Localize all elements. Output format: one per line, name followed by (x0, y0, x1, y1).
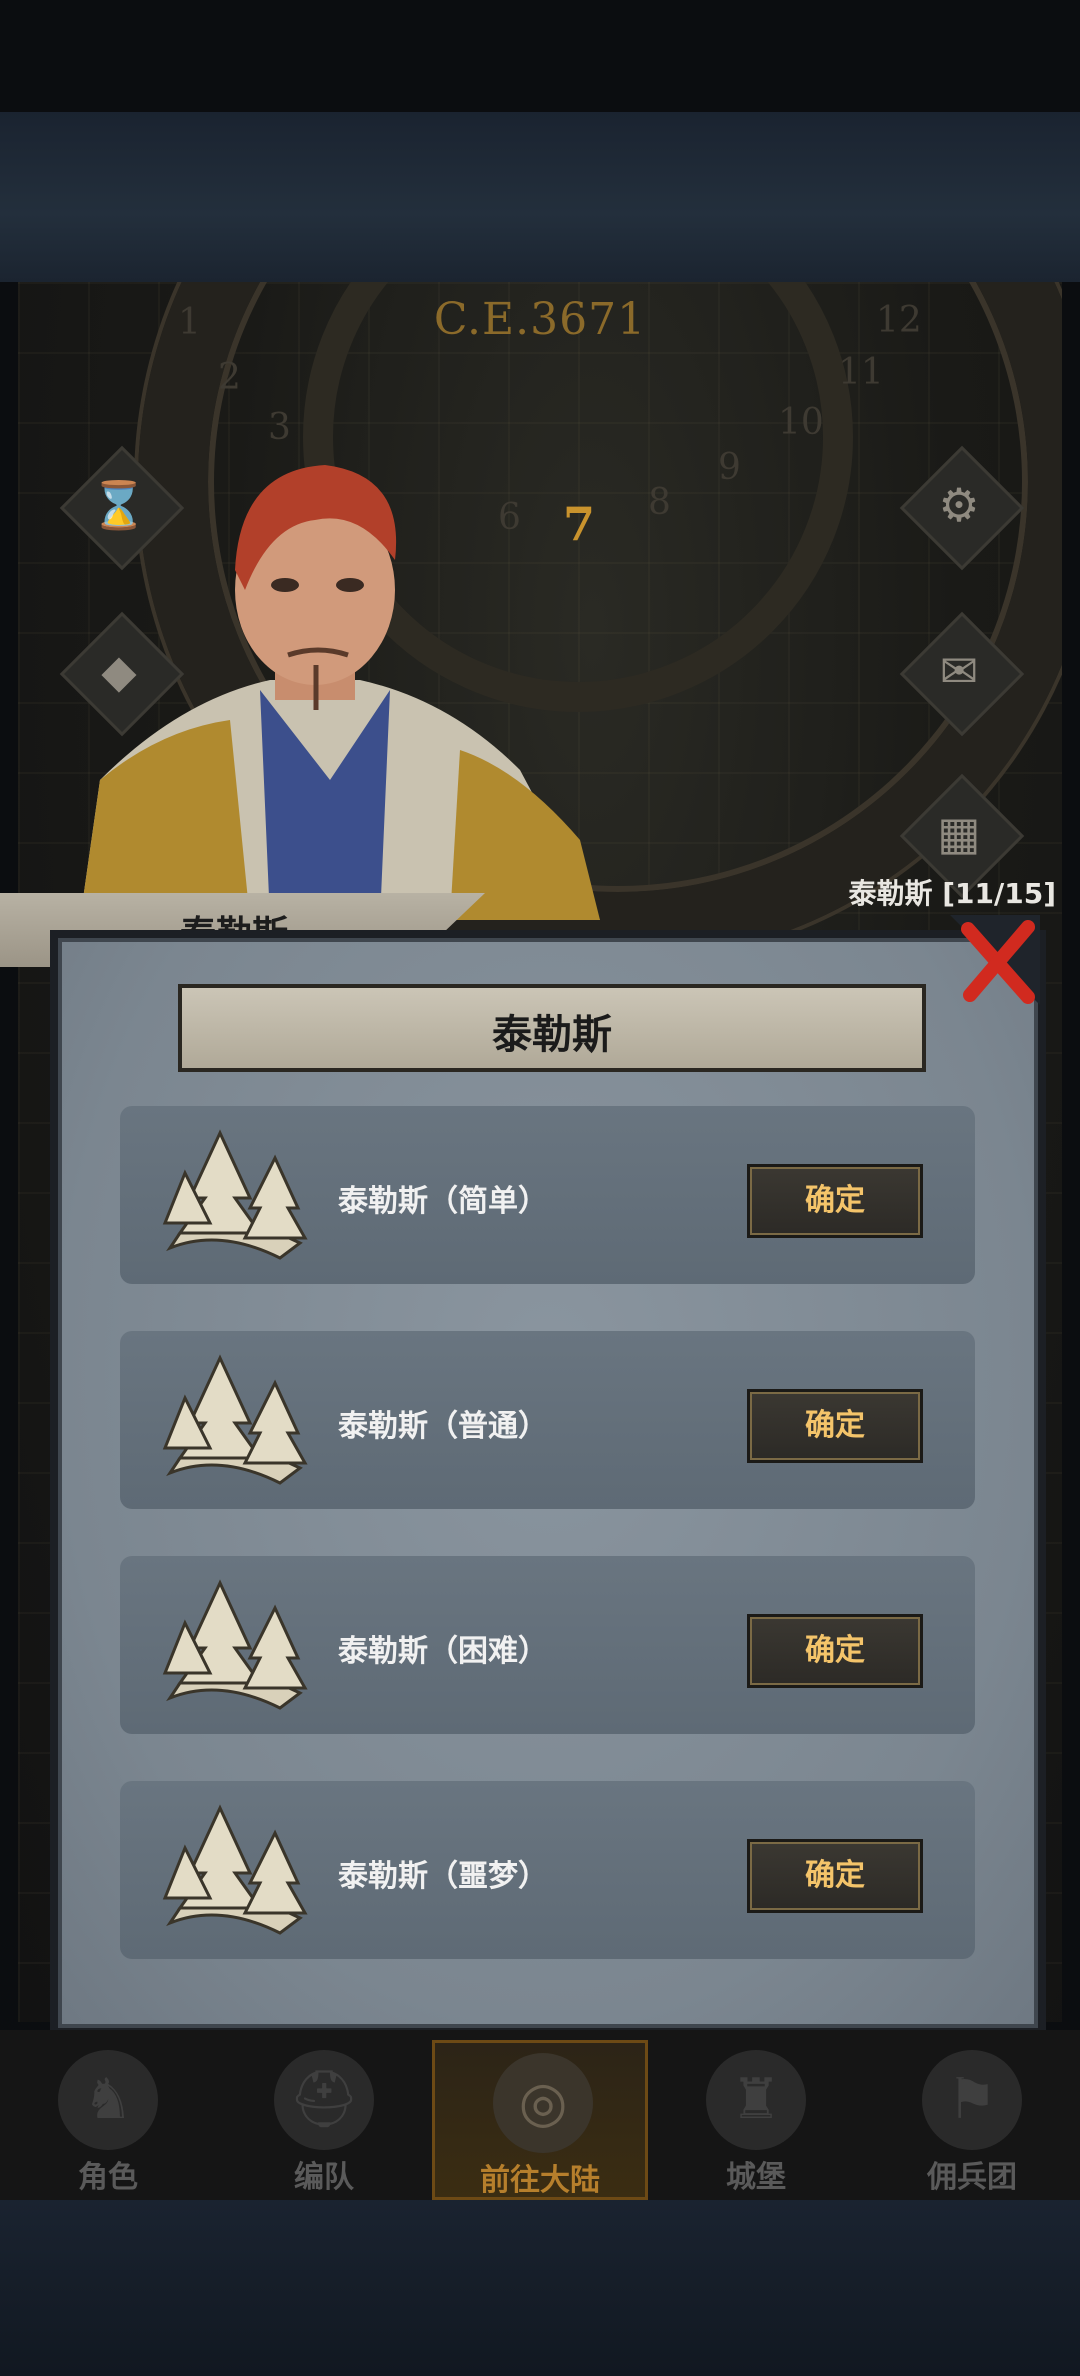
difficulty-panel: 泰勒斯 泰勒斯（简单） 确定 泰勒斯（普通） 确定 泰勒斯（困难） 确定 泰勒斯… (50, 930, 1046, 2036)
nav-label: 佣兵团 (927, 2160, 1017, 2195)
hero-portrait (80, 465, 600, 920)
helmet-icon: ⛑ (274, 2050, 374, 2150)
difficulty-label: 泰勒斯（困难） (338, 1634, 548, 1669)
nav-label: 前往大陆 (480, 2163, 600, 2198)
month-8: 8 (648, 482, 671, 523)
panel-title-bar: 泰勒斯 (178, 984, 926, 1072)
month-3: 3 (268, 407, 291, 448)
close-button[interactable] (950, 915, 1040, 1005)
bottom-navigation: ♞ 角色 ⛑ 编队 ◎ 前往大陆 ♜ 城堡 ⚑ 佣兵团 (0, 2030, 1080, 2200)
difficulty-row-normal: 泰勒斯（普通） 确定 (120, 1331, 975, 1509)
month-1: 1 (178, 302, 201, 343)
forest-icon (162, 1804, 308, 1935)
nav-item-mercenary[interactable]: ⚑ 佣兵团 (864, 2040, 1080, 2200)
top-header-bar (0, 112, 1080, 282)
difficulty-row-hard: 泰勒斯（困难） 确定 (120, 1556, 975, 1734)
mail-icon: ✉ (939, 644, 979, 698)
difficulty-label: 泰勒斯（普通） (338, 1409, 548, 1444)
month-2: 2 (218, 357, 241, 398)
difficulty-label: 泰勒斯（简单） (338, 1184, 548, 1219)
bottom-bar (0, 2200, 1080, 2376)
nav-label: 城堡 (726, 2160, 786, 2195)
month-11: 11 (838, 352, 884, 393)
month-10: 10 (778, 402, 824, 443)
castle-icon: ♜ (706, 2050, 806, 2150)
grid-icon: ▦ (937, 806, 981, 860)
knight-icon: ♞ (58, 2050, 158, 2150)
globe-icon: ◎ (493, 2053, 593, 2153)
panel-title: 泰勒斯 (492, 1012, 612, 1058)
nav-item-formation[interactable]: ⛑ 编队 (216, 2040, 432, 2200)
nav-item-character[interactable]: ♞ 角色 (0, 2040, 216, 2200)
difficulty-row-nightmare: 泰勒斯（噩梦） 确定 (120, 1781, 975, 1959)
forest-icon (162, 1579, 308, 1710)
banner-icon: ⚑ (922, 2050, 1022, 2150)
nav-label: 编队 (294, 2160, 354, 2195)
nav-label: 角色 (78, 2160, 138, 2195)
nav-item-castle[interactable]: ♜ 城堡 (648, 2040, 864, 2200)
forest-icon (162, 1129, 308, 1260)
month-9: 9 (718, 447, 741, 488)
confirm-button[interactable]: 确定 (747, 1839, 923, 1913)
confirm-button[interactable]: 确定 (747, 1389, 923, 1463)
difficulty-label: 泰勒斯（噩梦） (338, 1859, 548, 1894)
confirm-button[interactable]: 确定 (747, 1614, 923, 1688)
month-12: 12 (876, 300, 922, 341)
forest-icon (162, 1354, 308, 1485)
difficulty-row-easy: 泰勒斯（简单） 确定 (120, 1106, 975, 1284)
nav-item-continent[interactable]: ◎ 前往大陆 (432, 2040, 648, 2200)
hero-progress-label: 泰勒斯 [11/15] (848, 877, 1057, 910)
gear-icon: ⚙ (938, 478, 980, 532)
confirm-button[interactable]: 确定 (747, 1164, 923, 1238)
